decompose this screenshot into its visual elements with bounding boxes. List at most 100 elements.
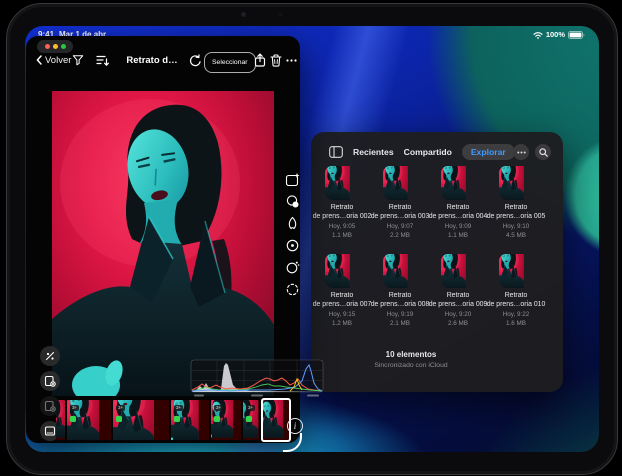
file-thumbnail[interactable] — [325, 254, 359, 288]
window-more-button[interactable] — [286, 52, 297, 68]
file-thumbnail[interactable] — [499, 254, 533, 288]
photo-canvas[interactable] — [52, 91, 274, 396]
file-size: 2.2 MB — [390, 232, 410, 241]
tab-compartido[interactable]: Compartido — [404, 147, 452, 157]
file-thumbnail[interactable] — [441, 254, 475, 288]
files-tabs: Recientes Compartido Explorar — [353, 140, 515, 164]
close-window-icon[interactable] — [45, 44, 50, 49]
histogram-overlay — [190, 359, 324, 399]
file-name-line2: de prens…oria 009 — [429, 301, 488, 310]
document-title: Retrato d… — [122, 52, 182, 68]
file-time: Hoy, 9:10 — [503, 223, 530, 232]
file-item[interactable]: Retratode prens…oria 008Hoy, 9:192.1 MB — [371, 254, 429, 328]
version-badge: 3+ — [116, 405, 125, 411]
file-time: Hoy, 9:05 — [329, 223, 356, 232]
exposure-tool-icon[interactable] — [284, 237, 300, 253]
tab-explorar[interactable]: Explorar — [462, 144, 515, 160]
file-name-line1: Retrato — [331, 292, 354, 301]
version-badge: 3+ — [214, 405, 223, 411]
filmstrip: 3+ 3+ 3+ 3+ 3+ — [56, 399, 291, 440]
minimize-window-icon[interactable] — [53, 44, 58, 49]
file-size: 1.2 MB — [332, 320, 352, 329]
ipad-screen: 9:41 Mar 1 de abr 100% — [25, 26, 599, 452]
adjust-colors-tool-icon[interactable] — [284, 215, 300, 231]
repair-tool-icon[interactable] — [284, 281, 300, 297]
file-time: Hoy, 9:07 — [387, 223, 414, 232]
file-item[interactable]: Retratode prens…oria 003Hoy, 9:072.2 MB — [371, 166, 429, 240]
back-chevron-icon — [36, 55, 42, 65]
file-thumbnail[interactable] — [383, 166, 417, 200]
edit-tools-rail — [284, 171, 300, 297]
status-right: 100% — [533, 30, 585, 39]
edited-indicator — [116, 416, 122, 422]
sidebar-toggle-icon[interactable] — [329, 146, 343, 158]
file-thumbnail[interactable] — [441, 166, 475, 200]
file-name-line1: Retrato — [389, 204, 412, 213]
file-name-line1: Retrato — [389, 292, 412, 301]
file-thumbnail[interactable] — [499, 166, 533, 200]
tab-recientes[interactable]: Recientes — [353, 147, 394, 157]
filmstrip-thumb[interactable]: 3+ — [243, 400, 259, 440]
share-button[interactable] — [254, 52, 266, 68]
icloud-sync-status: Sincronizado con iCloud — [311, 362, 511, 369]
back-button[interactable]: Volver — [36, 52, 71, 68]
edited-indicator — [246, 416, 252, 422]
file-time: Hoy, 9:09 — [445, 223, 472, 232]
file-item[interactable]: Retratode prens…oria 009Hoy, 9:202.6 MB — [429, 254, 487, 328]
file-name-line2: de prens…oria 007 — [313, 301, 372, 310]
files-header: Recientes Compartido Explorar — [311, 140, 563, 164]
editor-toolbar: Volver Retrato d… — [26, 52, 300, 70]
portrait-photo — [52, 91, 274, 396]
file-time: Hoy, 9:20 — [445, 311, 472, 320]
version-badge: 3+ — [70, 405, 79, 411]
photo-editor-window: Volver Retrato d… — [26, 36, 300, 443]
file-size: 1.6 MB — [506, 320, 526, 329]
item-count: 10 elementos — [311, 350, 511, 359]
auto-adjust-button[interactable] — [40, 346, 60, 366]
undo-button[interactable] — [188, 52, 201, 68]
filmstrip-thumb[interactable]: 3+ — [211, 400, 241, 440]
ipad-device-shot: 9:41 Mar 1 de abr 100% — [0, 0, 622, 476]
file-item[interactable]: Retratode prens…oria 005Hoy, 9:104.5 MB — [487, 166, 545, 240]
file-time: Hoy, 9:19 — [387, 311, 414, 320]
filters-tool-icon[interactable] — [284, 193, 300, 209]
file-item[interactable]: Retratode prens…oria 010Hoy, 9:221.6 MB — [487, 254, 545, 328]
file-name-line1: Retrato — [505, 204, 528, 213]
more-ellipsis-icon — [286, 59, 297, 62]
file-time: Hoy, 9:15 — [329, 311, 356, 320]
zoom-window-icon[interactable] — [61, 44, 66, 49]
file-item[interactable]: Retratode prens…oria 002Hoy, 9:051.1 MB — [313, 166, 371, 240]
file-name-line1: Retrato — [331, 204, 354, 213]
more-options-button[interactable] — [513, 144, 529, 160]
undo-icon — [188, 54, 201, 67]
file-size: 2.6 MB — [448, 320, 468, 329]
battery-icon — [568, 31, 585, 39]
filmstrip-thumb[interactable]: 3+ — [67, 400, 111, 440]
select-button[interactable]: Seleccionar — [204, 52, 256, 73]
file-size: 4.5 MB — [506, 232, 526, 241]
window-resize-handle[interactable] — [283, 433, 302, 452]
file-thumbnail[interactable] — [325, 166, 359, 200]
file-thumbnail[interactable] — [383, 254, 417, 288]
edited-indicator — [174, 416, 180, 422]
sort-button[interactable] — [96, 52, 109, 68]
info-button[interactable]: i — [287, 418, 303, 434]
file-item[interactable]: Retratode prens…oria 007Hoy, 9:151.2 MB — [313, 254, 371, 328]
trash-button[interactable] — [270, 52, 282, 68]
filter-funnel-icon — [72, 54, 84, 66]
file-item[interactable]: Retratode prens…oria 004Hoy, 9:091.1 MB — [429, 166, 487, 240]
batch-edit-button[interactable] — [40, 371, 60, 391]
file-name-line2: de prens…oria 008 — [371, 301, 430, 310]
edited-indicator — [70, 416, 76, 422]
wifi-icon — [533, 31, 543, 39]
camera-sensor — [279, 13, 282, 16]
ml-enhance-tool-icon[interactable] — [284, 171, 300, 187]
search-button[interactable] — [535, 144, 551, 160]
filmstrip-thumb[interactable]: 3+ — [113, 400, 169, 440]
filmstrip-thumb[interactable]: 3+ — [171, 400, 209, 440]
selective-color-tool-icon[interactable] — [284, 259, 300, 275]
battery-percent: 100% — [546, 30, 565, 39]
file-name-line2: de prens…oria 002 — [313, 213, 372, 222]
filmstrip-thumb[interactable] — [56, 400, 65, 440]
filter-button[interactable] — [72, 52, 84, 68]
